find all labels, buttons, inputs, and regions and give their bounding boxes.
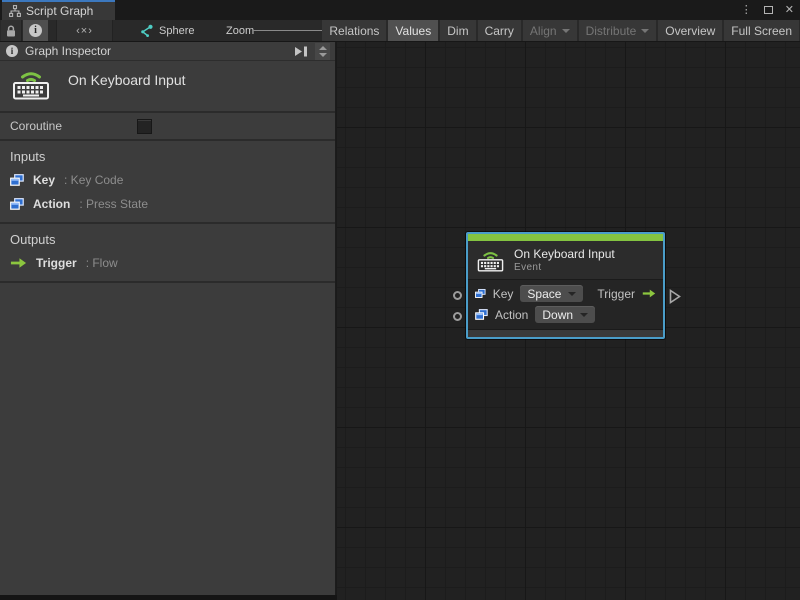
- on-keyboard-input-node[interactable]: On Keyboard Input Event Key Space Trigge…: [466, 232, 665, 339]
- full-screen-button[interactable]: Full Screen: [724, 20, 799, 41]
- graph-hierarchy-icon: [9, 5, 21, 17]
- node-row-action: Action Down: [468, 304, 663, 325]
- value-port-icon: [10, 174, 24, 186]
- script-graph-icon: [141, 24, 153, 37]
- keyboard-input-icon: [13, 72, 49, 100]
- info-icon: i: [6, 45, 18, 57]
- key-port-label: Key: [492, 286, 514, 301]
- outputs-section: Outputs Trigger : Flow: [0, 224, 335, 283]
- graph-toolbar: i ‹×› Sphere Zoom 1x Relations Values Di…: [0, 20, 800, 42]
- node-event-color-bar: [468, 234, 663, 241]
- port-name: Key: [33, 173, 56, 187]
- coroutine-label: Coroutine: [10, 119, 63, 133]
- value-port-icon: [10, 198, 24, 210]
- key-input-port[interactable]: [453, 291, 462, 300]
- graph-inspector-panel: i Graph Inspector On Keyboard Input Coro…: [0, 42, 336, 595]
- node-footer: [468, 329, 663, 337]
- dock-panel-button[interactable]: [292, 44, 310, 59]
- dropdown-caret-icon: [568, 291, 577, 296]
- dim-button[interactable]: Dim: [440, 20, 476, 41]
- input-port-row-action: Action : Press State: [0, 192, 335, 216]
- zoom-label: Zoom: [226, 25, 255, 37]
- tab-label: Script Graph: [26, 4, 94, 18]
- flow-arrow-icon: [642, 289, 656, 298]
- inputs-section: Inputs Key : Key Code Action : Press Sta…: [0, 141, 335, 224]
- node-title: On Keyboard Input: [514, 247, 615, 261]
- graph-inspector-header: i Graph Inspector: [0, 42, 335, 61]
- graph-owner-selector[interactable]: Sphere: [139, 20, 194, 41]
- tab-script-graph[interactable]: Script Graph: [2, 0, 115, 20]
- panel-bottom-edge: [0, 595, 337, 600]
- graph-canvas[interactable]: On Keyboard Input Event Key Space Trigge…: [337, 42, 800, 600]
- distribute-dropdown-button: Distribute: [578, 20, 657, 41]
- node-header: On Keyboard Input Event: [468, 241, 663, 279]
- code-icon: ‹×›: [76, 24, 93, 37]
- outputs-header: Outputs: [10, 232, 56, 247]
- port-type: : Key Code: [64, 173, 124, 187]
- inspector-scrubber[interactable]: [315, 43, 330, 60]
- selected-unit-header: On Keyboard Input: [0, 61, 335, 113]
- overview-button[interactable]: Overview: [658, 20, 723, 41]
- inputs-header: Inputs: [10, 149, 46, 164]
- trigger-port-label: Trigger: [597, 286, 635, 301]
- input-port-row-key: Key : Key Code: [0, 168, 335, 192]
- output-port-row-trigger: Trigger : Flow: [0, 251, 335, 275]
- chevron-down-icon: [561, 28, 570, 33]
- node-row-key: Key Space Trigger: [468, 283, 663, 304]
- maximize-icon[interactable]: [763, 6, 773, 14]
- unity-script-graph-window: Script Graph ⋮ ✕ i ‹×› Sphere Zoom Relat…: [0, 0, 800, 600]
- close-icon[interactable]: ✕: [785, 4, 794, 16]
- inspector-toggle-button[interactable]: i: [23, 20, 48, 41]
- chevron-down-icon: [641, 28, 650, 33]
- code-view-button[interactable]: ‹×›: [56, 20, 113, 41]
- info-icon: i: [29, 24, 42, 37]
- node-subtitle: Event: [514, 262, 542, 273]
- graph-owner-label: Sphere: [159, 24, 195, 37]
- selected-unit-title: On Keyboard Input: [68, 72, 186, 88]
- coroutine-checkbox[interactable]: [137, 119, 152, 134]
- lock-button[interactable]: [1, 20, 22, 41]
- graph-inspector-title: Graph Inspector: [25, 44, 112, 58]
- keyboard-input-icon: [477, 251, 504, 272]
- values-button[interactable]: Values: [388, 20, 439, 41]
- window-controls: ⋮ ✕: [741, 0, 794, 20]
- dropdown-caret-icon: [580, 312, 589, 317]
- press-state-dropdown[interactable]: Down: [535, 306, 596, 323]
- node-body: Key Space Trigger Action Down: [468, 279, 663, 329]
- action-input-port[interactable]: [453, 312, 462, 321]
- port-type: : Press State: [79, 197, 149, 211]
- title-bar: Script Graph ⋮ ✕: [0, 0, 800, 20]
- value-port-icon: [475, 309, 488, 320]
- chevron-up-icon: [318, 46, 327, 50]
- window-menu-icon[interactable]: ⋮: [741, 4, 752, 16]
- trigger-output-port[interactable]: [669, 289, 681, 304]
- node-titles: On Keyboard Input Event: [514, 247, 615, 273]
- value-port-icon: [475, 288, 486, 298]
- relations-button[interactable]: Relations: [322, 20, 387, 41]
- port-name: Action: [33, 197, 71, 211]
- port-type: : Flow: [85, 256, 118, 270]
- key-code-dropdown[interactable]: Space: [520, 285, 584, 302]
- flow-arrow-icon: [10, 258, 27, 268]
- chevron-down-icon: [318, 53, 327, 57]
- lock-icon: [7, 24, 15, 36]
- dock-panel-icon: [295, 46, 307, 57]
- action-port-label: Action: [495, 307, 529, 322]
- toolbar-right-group: Relations Values Dim Carry Align Distrib…: [322, 20, 799, 41]
- carry-button[interactable]: Carry: [477, 20, 521, 41]
- align-dropdown-button: Align: [522, 20, 577, 41]
- port-name: Trigger: [36, 256, 77, 270]
- coroutine-row: Coroutine: [0, 113, 335, 141]
